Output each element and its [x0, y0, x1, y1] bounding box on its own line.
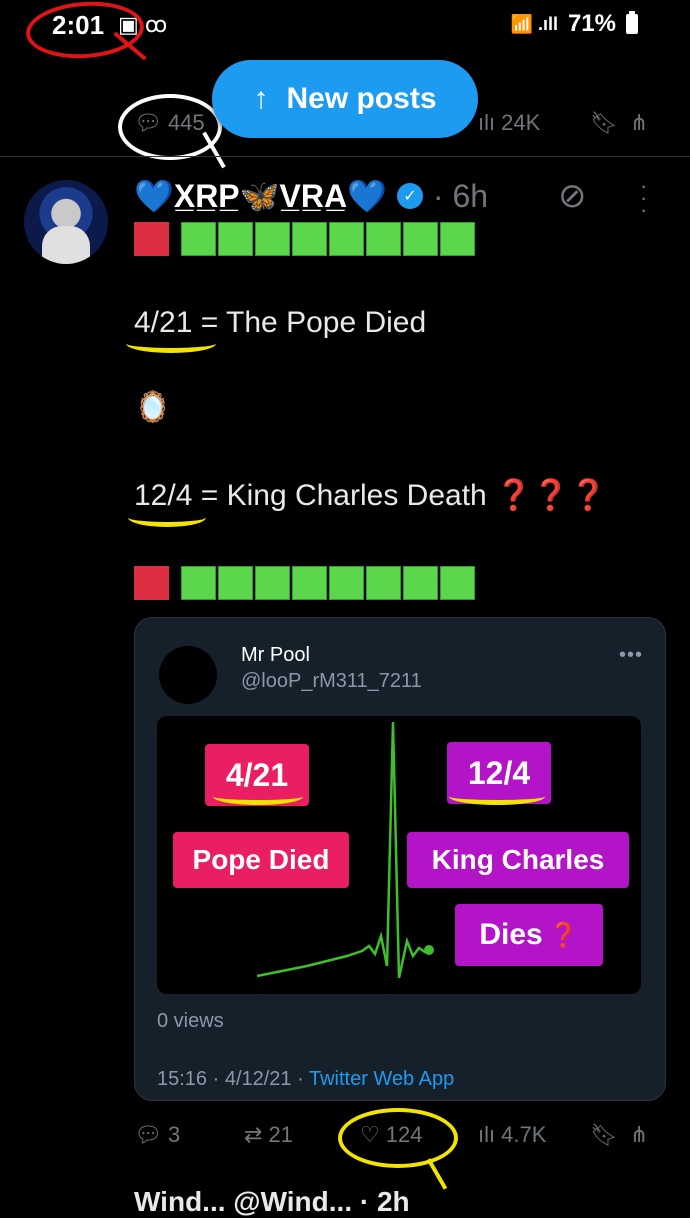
green-square [218, 566, 253, 600]
green-square [366, 566, 401, 600]
dies-question-mark: ❓ [548, 921, 579, 949]
yellow-underline [213, 788, 303, 805]
views-count: 4.7K [501, 1122, 547, 1147]
quoted-app-link[interactable]: Twitter Web App [309, 1068, 454, 1090]
repost-count: 21 [268, 1122, 293, 1147]
bookmark-icon[interactable]: 🔖︎ [590, 1122, 618, 1148]
white-circle-annotation [118, 94, 222, 160]
share-icon[interactable]: ⋔ [630, 110, 648, 136]
green-square [329, 222, 364, 256]
date-right-text: 12/4 [467, 754, 531, 791]
quoted-post-card[interactable]: Mr Pool @looP_rM311_7211 ••• 4/21 12/4 P… [134, 617, 666, 1101]
green-square [403, 222, 438, 256]
yellow-circle-annotation [338, 1108, 458, 1168]
green-square [440, 566, 475, 600]
yellow-underline [126, 334, 216, 353]
square-row-bottom [134, 566, 475, 600]
line2-text: = King Charles Death [192, 479, 496, 512]
battery-icon [626, 11, 638, 34]
red-circle-annotation [24, 0, 146, 63]
green-square [218, 222, 253, 256]
quoted-author-name[interactable]: Mr Pool [241, 644, 310, 667]
post-line-2: 12/4 = King Charles Death ❓❓❓ [134, 478, 607, 513]
green-square [366, 222, 401, 256]
author-avatar[interactable] [24, 180, 108, 264]
status-right: 📶 .ıll 71% [511, 10, 638, 38]
reply-action[interactable]: 💬︎ 3 [134, 1122, 180, 1148]
quoted-timestamp: 15:16 · 4/12/21 · Twitter Web App [157, 1068, 454, 1091]
next-post-peek[interactable]: Wind... @Wind... · 2h [134, 1186, 410, 1218]
views-count-top: 24K [501, 110, 541, 135]
green-square [329, 566, 364, 600]
dies-text: Dies [479, 918, 543, 951]
square-row-top [134, 222, 475, 256]
new-posts-button[interactable]: ↑ New posts [212, 60, 478, 138]
verified-badge-icon: ✓ [396, 183, 423, 209]
quoted-avatar[interactable] [159, 646, 217, 704]
king-charles-text: King Charles [431, 844, 605, 875]
quoted-views: 0 views [157, 1010, 224, 1032]
king-charles-box: King Charles [407, 832, 629, 888]
pope-died-box: Pope Died [173, 832, 349, 888]
reply-icon: 💬︎ [134, 1122, 162, 1147]
green-square [292, 222, 327, 256]
author-name[interactable]: 💙X̲R̲P̲🦋V̲R̲A̲💙 [134, 177, 387, 215]
green-square [181, 566, 216, 600]
share-icon[interactable]: ⋔ [630, 1122, 648, 1148]
green-square [255, 222, 290, 256]
dies-box: Dies ❓ [455, 904, 603, 966]
yellow-tail-annotation [426, 1158, 448, 1190]
yellow-underline [128, 508, 206, 527]
mirror-emoji: 🪞 [134, 391, 172, 424]
divider [0, 156, 690, 157]
yellow-underline [449, 788, 545, 805]
quoted-time-text: 15:16 · 4/12/21 · [157, 1068, 309, 1090]
reply-count: 3 [167, 1122, 181, 1147]
more-options-icon[interactable]: · · · [640, 175, 647, 221]
battery-percent: 71% [567, 10, 616, 37]
views-action-top[interactable]: ılı 24K [478, 110, 540, 136]
views-icon: ılı [478, 110, 496, 135]
pope-died-text: Pope Died [192, 844, 330, 875]
green-square [440, 222, 475, 256]
repost-icon: ⇄ [244, 1122, 263, 1147]
green-square [403, 566, 438, 600]
author-row: 💙X̲R̲P̲🦋V̲R̲A̲💙 ✓ · 6h [134, 174, 488, 218]
red-square [134, 566, 169, 600]
quoted-image[interactable]: 4/21 12/4 Pope Died King Charles Dies ❓ [157, 716, 641, 994]
views-action[interactable]: ılı 4.7K [478, 1122, 546, 1148]
views-icon: ılı [478, 1122, 496, 1147]
new-posts-label: New posts [286, 82, 437, 115]
green-square [181, 222, 216, 256]
line1-text: = The Pope Died [192, 306, 427, 339]
quoted-author-handle[interactable]: @looP_rM311_7211 [241, 670, 422, 693]
repost-action[interactable]: ⇄ 21 [244, 1122, 293, 1148]
bookmark-icon[interactable]: 🔖︎ [590, 110, 618, 136]
green-square [255, 566, 290, 600]
arrow-up-icon: ↑ [253, 82, 269, 115]
question-marks: ❓❓❓ [495, 479, 608, 512]
post-age[interactable]: · 6h [433, 178, 488, 215]
quoted-more-icon[interactable]: ••• [619, 644, 643, 667]
red-square [134, 222, 169, 256]
grok-icon[interactable]: ⊘ [558, 176, 587, 216]
green-square [292, 566, 327, 600]
signal-icon: 📶 .ıll [510, 13, 558, 34]
